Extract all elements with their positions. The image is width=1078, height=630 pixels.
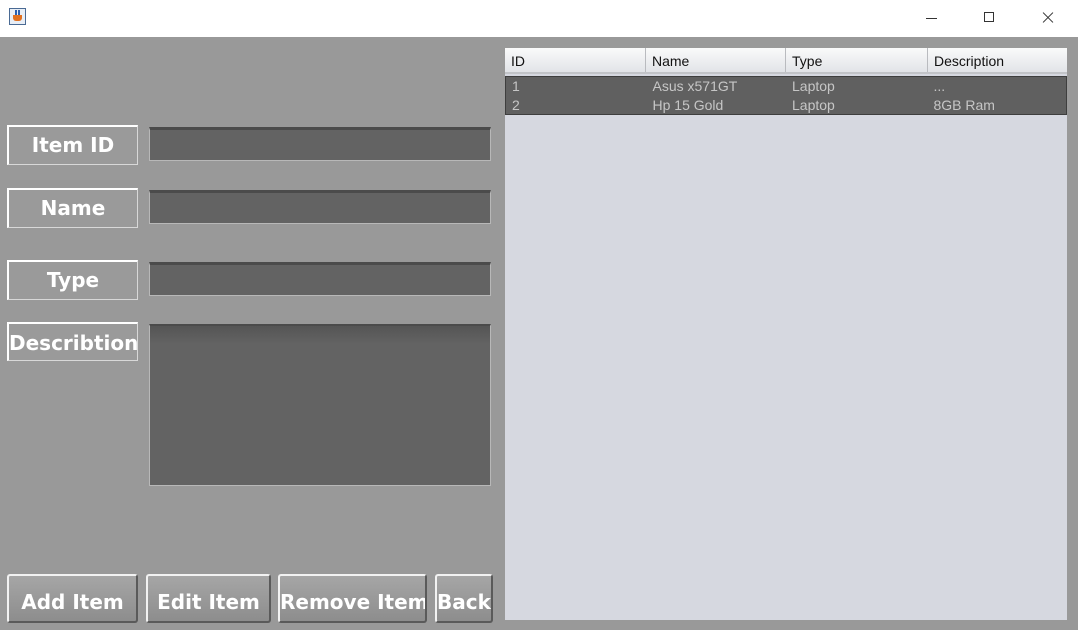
cell-id: 1 [512, 78, 520, 94]
table-row[interactable]: 2 Hp 15 Gold Laptop 8GB Ram [506, 96, 1066, 115]
table-header: ID Name Type Description [505, 48, 1067, 74]
edit-item-button[interactable]: Edit Item [146, 574, 271, 623]
item-id-input[interactable] [149, 127, 491, 161]
java-cup-icon [9, 8, 26, 25]
description-label: Describtion [7, 322, 138, 361]
cell-type: Laptop [792, 78, 835, 94]
add-item-button[interactable]: Add Item [7, 574, 138, 623]
table-body: 1 Asus x571GT Laptop ... 2 Hp 15 Gold La… [505, 76, 1067, 115]
type-input[interactable] [149, 262, 491, 296]
cell-description: 8GB Ram [933, 97, 995, 113]
name-input[interactable] [149, 190, 491, 224]
maximize-icon [984, 12, 994, 22]
type-label: Type [7, 260, 138, 300]
description-textarea[interactable] [149, 324, 491, 486]
column-header-id[interactable]: ID [505, 48, 646, 72]
cup-shape [13, 15, 22, 21]
minimize-button[interactable] [903, 0, 961, 37]
app-window: Item ID Name Type Describtion Add Item E… [0, 0, 1078, 630]
cell-name: Asus x571GT [652, 78, 738, 94]
cell-type: Laptop [792, 97, 835, 113]
items-table[interactable]: ID Name Type Description 1 Asus x571GT L… [505, 48, 1067, 620]
minimize-icon [926, 18, 937, 19]
maximize-button[interactable] [961, 0, 1019, 37]
table-row[interactable]: 1 Asus x571GT Laptop ... [506, 77, 1066, 96]
remove-item-button[interactable]: Remove Item [278, 574, 427, 623]
item-id-label: Item ID [7, 125, 138, 165]
name-label: Name [7, 188, 138, 228]
column-header-name[interactable]: Name [646, 48, 786, 72]
cell-id: 2 [512, 97, 520, 113]
cell-description: ... [933, 78, 946, 94]
back-button[interactable]: Back [435, 574, 493, 623]
column-header-type[interactable]: Type [786, 48, 928, 72]
column-header-description[interactable]: Description [928, 48, 1067, 72]
close-button[interactable] [1019, 0, 1077, 37]
cell-name: Hp 15 Gold [652, 97, 724, 113]
title-bar [0, 0, 1078, 37]
